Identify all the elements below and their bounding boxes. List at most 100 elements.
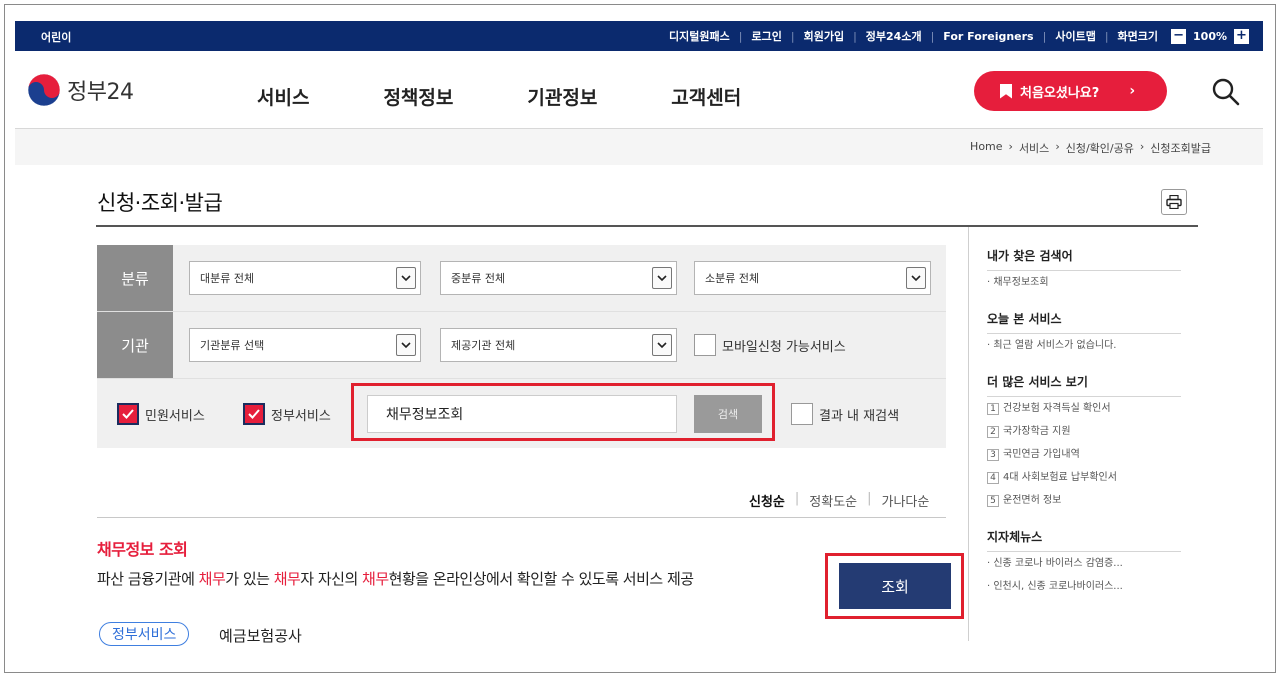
nav-agency[interactable]: 기관정보	[527, 83, 597, 110]
checkbox-box[interactable]	[694, 334, 716, 356]
print-icon	[1166, 195, 1182, 209]
digital-onepass-link[interactable]: 디지털원패스	[660, 28, 739, 44]
result-title[interactable]: 채무정보 조회	[97, 536, 188, 560]
sort-by-alphabet[interactable]: 가나다순	[882, 491, 930, 510]
category-row: 분류 대분류 전체 중분류 전체 소분류 전체	[97, 245, 946, 312]
desc-keyword: 채무	[273, 570, 301, 588]
today-viewed-title: 오늘 본 서비스	[987, 304, 1181, 334]
checkbox-checked[interactable]	[117, 403, 139, 425]
print-button[interactable]	[1161, 189, 1187, 215]
desc-text: 현황을 온라인상에서 확인할 수 있도록 서비스 제공	[388, 570, 694, 588]
research-in-results-label: 결과 내 재검색	[819, 408, 900, 424]
check-icon	[248, 409, 260, 419]
login-link[interactable]: 로그인	[742, 28, 790, 44]
gov-service-label: 정부서비스	[271, 408, 331, 424]
news-item[interactable]: · 인천시, 신종 코로나바이러스...	[987, 575, 1181, 598]
rank-number: 1	[987, 403, 999, 415]
nav-support[interactable]: 고객센터	[671, 83, 741, 110]
desc-text: 자 자신의	[300, 570, 363, 588]
sort-by-accuracy[interactable]: 정확도순	[809, 491, 857, 510]
more-service-item[interactable]: 2 국가장학금 지원	[987, 420, 1181, 443]
chevron-down-icon	[652, 267, 672, 289]
utility-bar: 어린이 디지털원패스 | 로그인 | 회원가입 | 정부24소개 | For Forei…	[15, 21, 1263, 51]
desc-keyword: 채무	[198, 570, 226, 588]
view-highlight-box	[825, 553, 964, 619]
taegeuk-logo-icon	[27, 73, 61, 107]
zoom-out-button[interactable]: −	[1171, 28, 1187, 44]
sidebar-divider	[968, 227, 969, 641]
kids-link[interactable]: 어린이	[41, 29, 71, 45]
agency-row: 기관 기관분류 선택 제공기관 전체 모바일신청 가능서비스	[97, 312, 946, 379]
result-description: 파산 금융기관에 채무가 있는 채무자 자신의 채무현황을 온라인상에서 확인할…	[97, 568, 694, 589]
mobile-service-checkbox[interactable]: 모바일신청 가능서비스	[694, 334, 846, 356]
major-category-select[interactable]: 대분류 전체	[189, 261, 421, 295]
foreigners-link[interactable]: For Foreigners	[934, 30, 1042, 43]
more-service-item[interactable]: 1 건강보험 자격득실 확인서	[987, 397, 1181, 420]
zoom-label: 화면크기	[1117, 30, 1159, 43]
chevron-down-icon	[396, 267, 416, 289]
breadcrumb-apply[interactable]: 신청/확인/공유	[1066, 140, 1134, 156]
checkbox-checked[interactable]	[243, 403, 265, 425]
civil-service-checkbox[interactable]: 민원서비스	[117, 403, 205, 425]
desc-text: 파산 금융기관에	[97, 570, 199, 588]
major-category-value: 대분류 전체	[200, 272, 255, 285]
rank-number: 5	[987, 495, 999, 507]
more-service-item[interactable]: 4 4대 사회보험료 납부확인서	[987, 466, 1181, 489]
checkbox-box[interactable]	[791, 403, 813, 425]
desc-text: 가 있는	[225, 570, 274, 588]
nav-services[interactable]: 서비스	[257, 83, 309, 110]
breadcrumb-home[interactable]: Home	[970, 140, 1002, 156]
page-frame: 어린이 디지털원패스 | 로그인 | 회원가입 | 정부24소개 | For Forei…	[4, 4, 1276, 673]
zoom-in-button[interactable]: +	[1234, 28, 1249, 44]
chevron-down-icon	[396, 334, 416, 356]
sitemap-link[interactable]: 사이트맵	[1046, 28, 1104, 44]
breadcrumb-sep: ›	[1008, 140, 1013, 153]
gov-service-checkbox[interactable]: 정부서비스	[243, 403, 331, 425]
agency-class-select[interactable]: 기관분류 선택	[189, 328, 421, 362]
more-service-label: 국민연금 가입내역	[1003, 449, 1080, 460]
breadcrumb-band: Home › 서비스 › 신청/확인/공유 › 신청조회발급	[15, 129, 1263, 165]
more-service-label: 4대 사회보험료 납부확인서	[1003, 472, 1117, 483]
zoom-value: 100%	[1193, 29, 1227, 43]
breadcrumb-current: 신청조회발급	[1150, 142, 1211, 155]
service-type-badge: 정부서비스	[99, 622, 190, 646]
provider-select[interactable]: 제공기관 전체	[440, 328, 677, 362]
local-news-title: 지자체뉴스	[987, 522, 1181, 552]
about-link[interactable]: 정부24소개	[857, 28, 931, 44]
minor-category-select[interactable]: 소분류 전체	[694, 261, 931, 295]
more-service-label: 국가장학금 지원	[1003, 426, 1071, 437]
sort-by-applications[interactable]: 신청순	[749, 491, 785, 510]
separator: |	[867, 491, 872, 506]
minor-category-value: 소분류 전체	[705, 272, 760, 285]
check-icon	[122, 409, 134, 419]
rank-number: 2	[987, 426, 999, 438]
breadcrumb-sep: ›	[1055, 140, 1060, 153]
search-icon[interactable]	[1211, 77, 1241, 107]
signup-link[interactable]: 회원가입	[795, 28, 853, 44]
breadcrumb-sep: ›	[1139, 140, 1145, 153]
nav-policy[interactable]: 정책정보	[383, 83, 453, 110]
civil-service-label: 민원서비스	[145, 408, 205, 424]
zoom-control: − 100% +	[1171, 28, 1249, 44]
first-visit-button[interactable]: 처음오셨나요? ›	[974, 71, 1167, 111]
news-item[interactable]: · 신종 코로나 바이러스 감염증...	[987, 552, 1181, 575]
middle-category-select[interactable]: 중분류 전체	[440, 261, 677, 295]
logo[interactable]: 정부24	[27, 73, 134, 107]
sidebar: 내가 찾은 검색어 · 채무정보조회 오늘 본 서비스 · 최근 열람 서비스가…	[987, 241, 1181, 598]
separator: |	[794, 491, 800, 506]
chevron-down-icon	[906, 267, 926, 289]
filter-panel: 분류 대분류 전체 중분류 전체 소분류 전체 기관 기관분류 선택 제공기관 …	[97, 245, 946, 448]
more-service-label: 건강보험 자격득실 확인서	[1003, 403, 1111, 414]
logo-text: 정부24	[67, 80, 134, 105]
rank-number: 4	[987, 472, 999, 484]
research-in-results-checkbox[interactable]: 결과 내 재검색	[791, 403, 899, 425]
more-service-item[interactable]: 3 국민연금 가입내역	[987, 443, 1181, 466]
more-service-item[interactable]: 5 운전면허 정보	[987, 489, 1181, 512]
site-header: 정부24 서비스 정책정보 기관정보 고객센터 처음오셨나요? ›	[15, 51, 1263, 129]
bookmark-icon	[1000, 83, 1012, 99]
breadcrumb-services[interactable]: 서비스	[1019, 140, 1049, 156]
my-search-item[interactable]: · 채무정보조회	[987, 271, 1181, 294]
chevron-right-icon: ›	[1129, 83, 1136, 99]
result-organization: 예금보험공사	[219, 627, 302, 645]
middle-category-value: 중분류 전체	[451, 272, 506, 285]
